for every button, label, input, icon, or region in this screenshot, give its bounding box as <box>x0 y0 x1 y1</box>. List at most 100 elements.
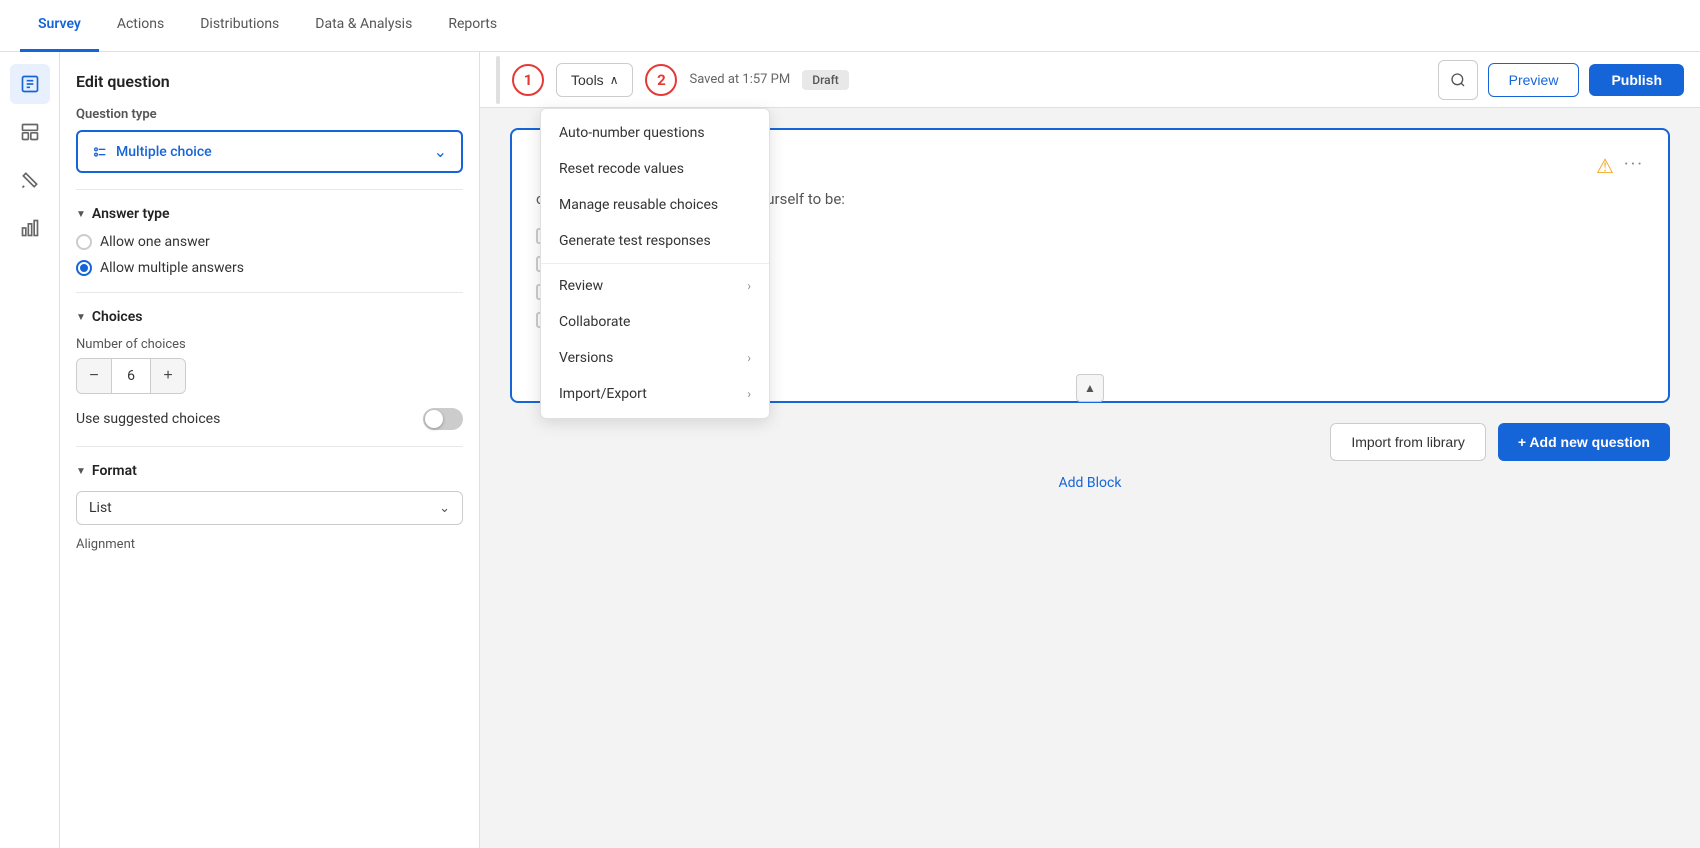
tools-dropdown: Auto-number questions Reset recode value… <box>540 108 770 419</box>
dropdown-review-chevron: › <box>747 279 751 293</box>
app-layout: Edit question Question type Multiple cho… <box>0 52 1700 848</box>
stepper-plus[interactable]: + <box>151 359 185 393</box>
step-1-label: 1 <box>524 71 533 89</box>
panel-title: Edit question <box>76 72 463 91</box>
dropdown-collaborate[interactable]: Collaborate <box>541 304 769 340</box>
choices-header[interactable]: ▼ Choices <box>76 309 463 325</box>
answer-type-header[interactable]: ▼ Answer type <box>76 206 463 222</box>
divider-3 <box>76 446 463 447</box>
dropdown-reset-recode-label: Reset recode values <box>559 161 684 177</box>
top-nav: Survey Actions Distributions Data & Anal… <box>0 0 1700 52</box>
dropdown-versions-chevron: › <box>747 351 751 365</box>
sidebar-layout-icon[interactable] <box>10 112 50 152</box>
saved-text: Saved at 1:57 PM <box>689 72 790 87</box>
radio-multiple-answers[interactable]: Allow multiple answers <box>76 260 463 276</box>
tab-actions[interactable]: Actions <box>99 0 182 52</box>
dropdown-auto-number-label: Auto-number questions <box>559 125 705 141</box>
toolbar: 1 Tools ∧ 2 Saved at 1:57 PM Draft Auto-… <box>480 52 1700 108</box>
tab-survey[interactable]: Survey <box>20 0 99 52</box>
dropdown-reset-recode[interactable]: Reset recode values <box>541 151 769 187</box>
number-stepper[interactable]: − 6 + <box>76 358 186 394</box>
dropdown-review-label: Review <box>559 278 603 294</box>
alignment-label: Alignment <box>76 537 463 552</box>
divider-2 <box>76 292 463 293</box>
format-chevron: ⌄ <box>439 501 450 516</box>
dropdown-generate-test-label: Generate test responses <box>559 233 711 249</box>
sidebar-paint-icon[interactable] <box>10 160 50 200</box>
main-content: 1 Tools ∧ 2 Saved at 1:57 PM Draft Auto-… <box>480 52 1700 848</box>
add-block-row: Add Block <box>510 461 1670 505</box>
dropdown-import-export[interactable]: Import/Export › <box>541 376 769 412</box>
publish-button[interactable]: Publish <box>1589 64 1684 96</box>
tools-chevron: ∧ <box>610 73 619 87</box>
import-library-button[interactable]: Import from library <box>1330 423 1486 461</box>
dropdown-manage-reusable[interactable]: Manage reusable choices <box>541 187 769 223</box>
format-section: ▼ Format List ⌄ Alignment <box>76 463 463 552</box>
question-type-label: Question type <box>76 107 463 122</box>
step-2-label: 2 <box>657 71 666 89</box>
left-panel: Edit question Question type Multiple cho… <box>60 52 480 848</box>
dropdown-manage-reusable-label: Manage reusable choices <box>559 197 718 213</box>
add-block-link[interactable]: Add Block <box>1059 475 1122 491</box>
dropdown-versions-label: Versions <box>559 350 613 366</box>
warning-icon: ⚠ <box>1596 154 1614 178</box>
tab-reports[interactable]: Reports <box>430 0 515 52</box>
use-suggested-label: Use suggested choices <box>76 411 220 427</box>
dropdown-import-export-label: Import/Export <box>559 386 647 402</box>
number-of-choices-label: Number of choices <box>76 337 463 352</box>
step-1-badge: 1 <box>512 64 544 96</box>
dropdown-import-export-chevron: › <box>747 387 751 401</box>
radio-one-answer[interactable]: Allow one answer <box>76 234 463 250</box>
answer-type-arrow: ▼ <box>76 209 86 220</box>
choices-section: ▼ Choices Number of choices − 6 + Use su… <box>76 309 463 430</box>
icon-sidebar <box>0 52 60 848</box>
format-arrow: ▼ <box>76 466 86 477</box>
tools-button[interactable]: Tools ∧ <box>556 63 633 97</box>
step-2-badge: 2 <box>645 64 677 96</box>
dropdown-collaborate-label: Collaborate <box>559 314 630 330</box>
sidebar-survey-icon[interactable] <box>10 64 50 104</box>
format-select[interactable]: List ⌄ <box>76 491 463 525</box>
tools-label: Tools <box>571 72 604 88</box>
question-type-select[interactable]: Multiple choice ⌄ <box>76 130 463 173</box>
radio-circle-multiple <box>76 260 92 276</box>
radio-multiple-label: Allow multiple answers <box>100 260 244 276</box>
question-type-chevron: ⌄ <box>434 142 447 161</box>
dropdown-generate-test[interactable]: Generate test responses <box>541 223 769 259</box>
toolbar-left: 1 Tools ∧ 2 Saved at 1:57 PM Draft <box>496 56 1426 104</box>
dropdown-versions[interactable]: Versions › <box>541 340 769 376</box>
tab-distributions[interactable]: Distributions <box>182 0 297 52</box>
divider-1 <box>76 189 463 190</box>
answer-type-options: Allow one answer Allow multiple answers <box>76 234 463 276</box>
collapse-area: ▲ <box>1076 374 1104 402</box>
choices-label: Choices <box>92 309 143 325</box>
use-suggested-row: Use suggested choices <box>76 408 463 430</box>
toolbar-divider <box>496 56 500 104</box>
sidebar-chart-icon[interactable] <box>10 208 50 248</box>
dropdown-divider <box>541 263 769 264</box>
stepper-minus[interactable]: − <box>77 359 111 393</box>
question-type-value: Multiple choice <box>116 144 212 160</box>
dropdown-auto-number[interactable]: Auto-number questions <box>541 115 769 151</box>
search-button[interactable] <box>1438 60 1478 100</box>
tab-data-analysis[interactable]: Data & Analysis <box>297 0 430 52</box>
stepper-value: 6 <box>111 359 151 393</box>
format-label: Format <box>92 463 137 479</box>
question-type-left: Multiple choice <box>92 144 212 160</box>
use-suggested-toggle[interactable] <box>423 408 463 430</box>
toggle-knob <box>425 410 443 428</box>
preview-button[interactable]: Preview <box>1488 63 1580 97</box>
radio-circle-one <box>76 234 92 250</box>
format-header[interactable]: ▼ Format <box>76 463 463 479</box>
collapse-button[interactable]: ▲ <box>1076 374 1104 402</box>
choices-arrow: ▼ <box>76 312 86 323</box>
radio-one-label: Allow one answer <box>100 234 210 250</box>
more-options-button[interactable]: ··· <box>1624 154 1644 178</box>
toolbar-right: Preview Publish <box>1438 60 1684 100</box>
format-value: List <box>89 500 112 516</box>
add-question-button[interactable]: + Add new question <box>1498 423 1670 461</box>
bottom-action-bar: Import from library + Add new question <box>510 423 1670 461</box>
draft-badge: Draft <box>802 70 849 90</box>
dropdown-review[interactable]: Review › <box>541 268 769 304</box>
answer-type-section: ▼ Answer type Allow one answer Allow mul… <box>76 206 463 276</box>
